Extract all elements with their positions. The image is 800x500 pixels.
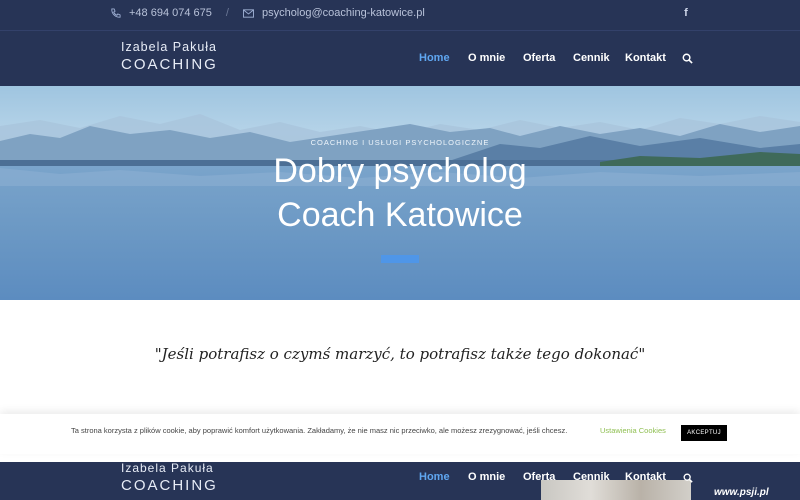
sticky-logo-coaching: COACHING	[121, 477, 218, 494]
sticky-nav-o-mnie[interactable]: O mnie	[468, 471, 505, 483]
cookie-banner: Ta strona korzysta z plików cookie, aby …	[0, 414, 800, 454]
quote-text: "Jeśli potrafisz o czymś marzyć, to potr…	[154, 345, 646, 363]
hero-title-line2: Coach Katowice	[277, 196, 523, 234]
contact-info: +48 694 074 675 / psycholog@coaching-kat…	[110, 7, 425, 19]
search-icon[interactable]	[682, 53, 693, 64]
sticky-logo-name: Izabela Pakuła	[121, 462, 214, 475]
sticky-site-logo[interactable]: Izabela Pakuła COACHING	[121, 462, 218, 493]
sticky-header: Izabela Pakuła COACHING Home O mnie Ofer…	[0, 462, 800, 500]
email-address[interactable]: psycholog@coaching-katowice.pl	[262, 7, 425, 19]
phone-icon	[110, 7, 121, 19]
main-header: Izabela Pakuła COACHING Home O mnie Ofer…	[0, 30, 800, 86]
cookie-accept-button[interactable]: AKCEPTUJ	[681, 425, 727, 441]
nav-oferta[interactable]: Oferta	[523, 52, 555, 64]
sticky-nav-kontakt[interactable]: Kontakt	[625, 471, 666, 483]
contact-separator: /	[225, 7, 229, 19]
logo-coaching: COACHING	[121, 55, 218, 73]
watermark-text: www.psji.pl	[714, 487, 769, 498]
nav-cennik[interactable]: Cennik	[573, 52, 610, 64]
hero-subtitle: COACHING I USŁUGI PSYCHOLOGICZNE	[310, 138, 490, 147]
sticky-nav-cennik[interactable]: Cennik	[573, 471, 610, 483]
sticky-search-icon[interactable]	[683, 473, 693, 483]
facebook-icon[interactable]: f	[680, 7, 692, 21]
top-bar: +48 694 074 675 / psycholog@coaching-kat…	[0, 0, 800, 30]
nav-o-mnie[interactable]: O mnie	[468, 52, 505, 64]
sticky-nav-home[interactable]: Home	[419, 471, 450, 483]
phone-number[interactable]: +48 694 074 675	[129, 7, 212, 19]
hero-landscape-image	[0, 114, 800, 300]
content-image-partial	[541, 480, 691, 500]
nav-kontakt[interactable]: Kontakt	[625, 52, 666, 64]
hero-banner: COACHING I USŁUGI PSYCHOLOGICZNE Dobry p…	[0, 86, 800, 300]
hero-title-line1: Dobry psycholog	[273, 152, 527, 190]
nav-home[interactable]: Home	[419, 52, 450, 64]
cookie-settings-link[interactable]: Ustawienia Cookies	[600, 426, 666, 435]
site-logo[interactable]: Izabela Pakuła COACHING	[121, 41, 218, 72]
hero-accent-bar	[381, 255, 419, 263]
sticky-nav-oferta[interactable]: Oferta	[523, 471, 555, 483]
cookie-message: Ta strona korzysta z plików cookie, aby …	[71, 426, 568, 435]
email-icon	[242, 8, 254, 18]
logo-name: Izabela Pakuła	[121, 40, 218, 54]
